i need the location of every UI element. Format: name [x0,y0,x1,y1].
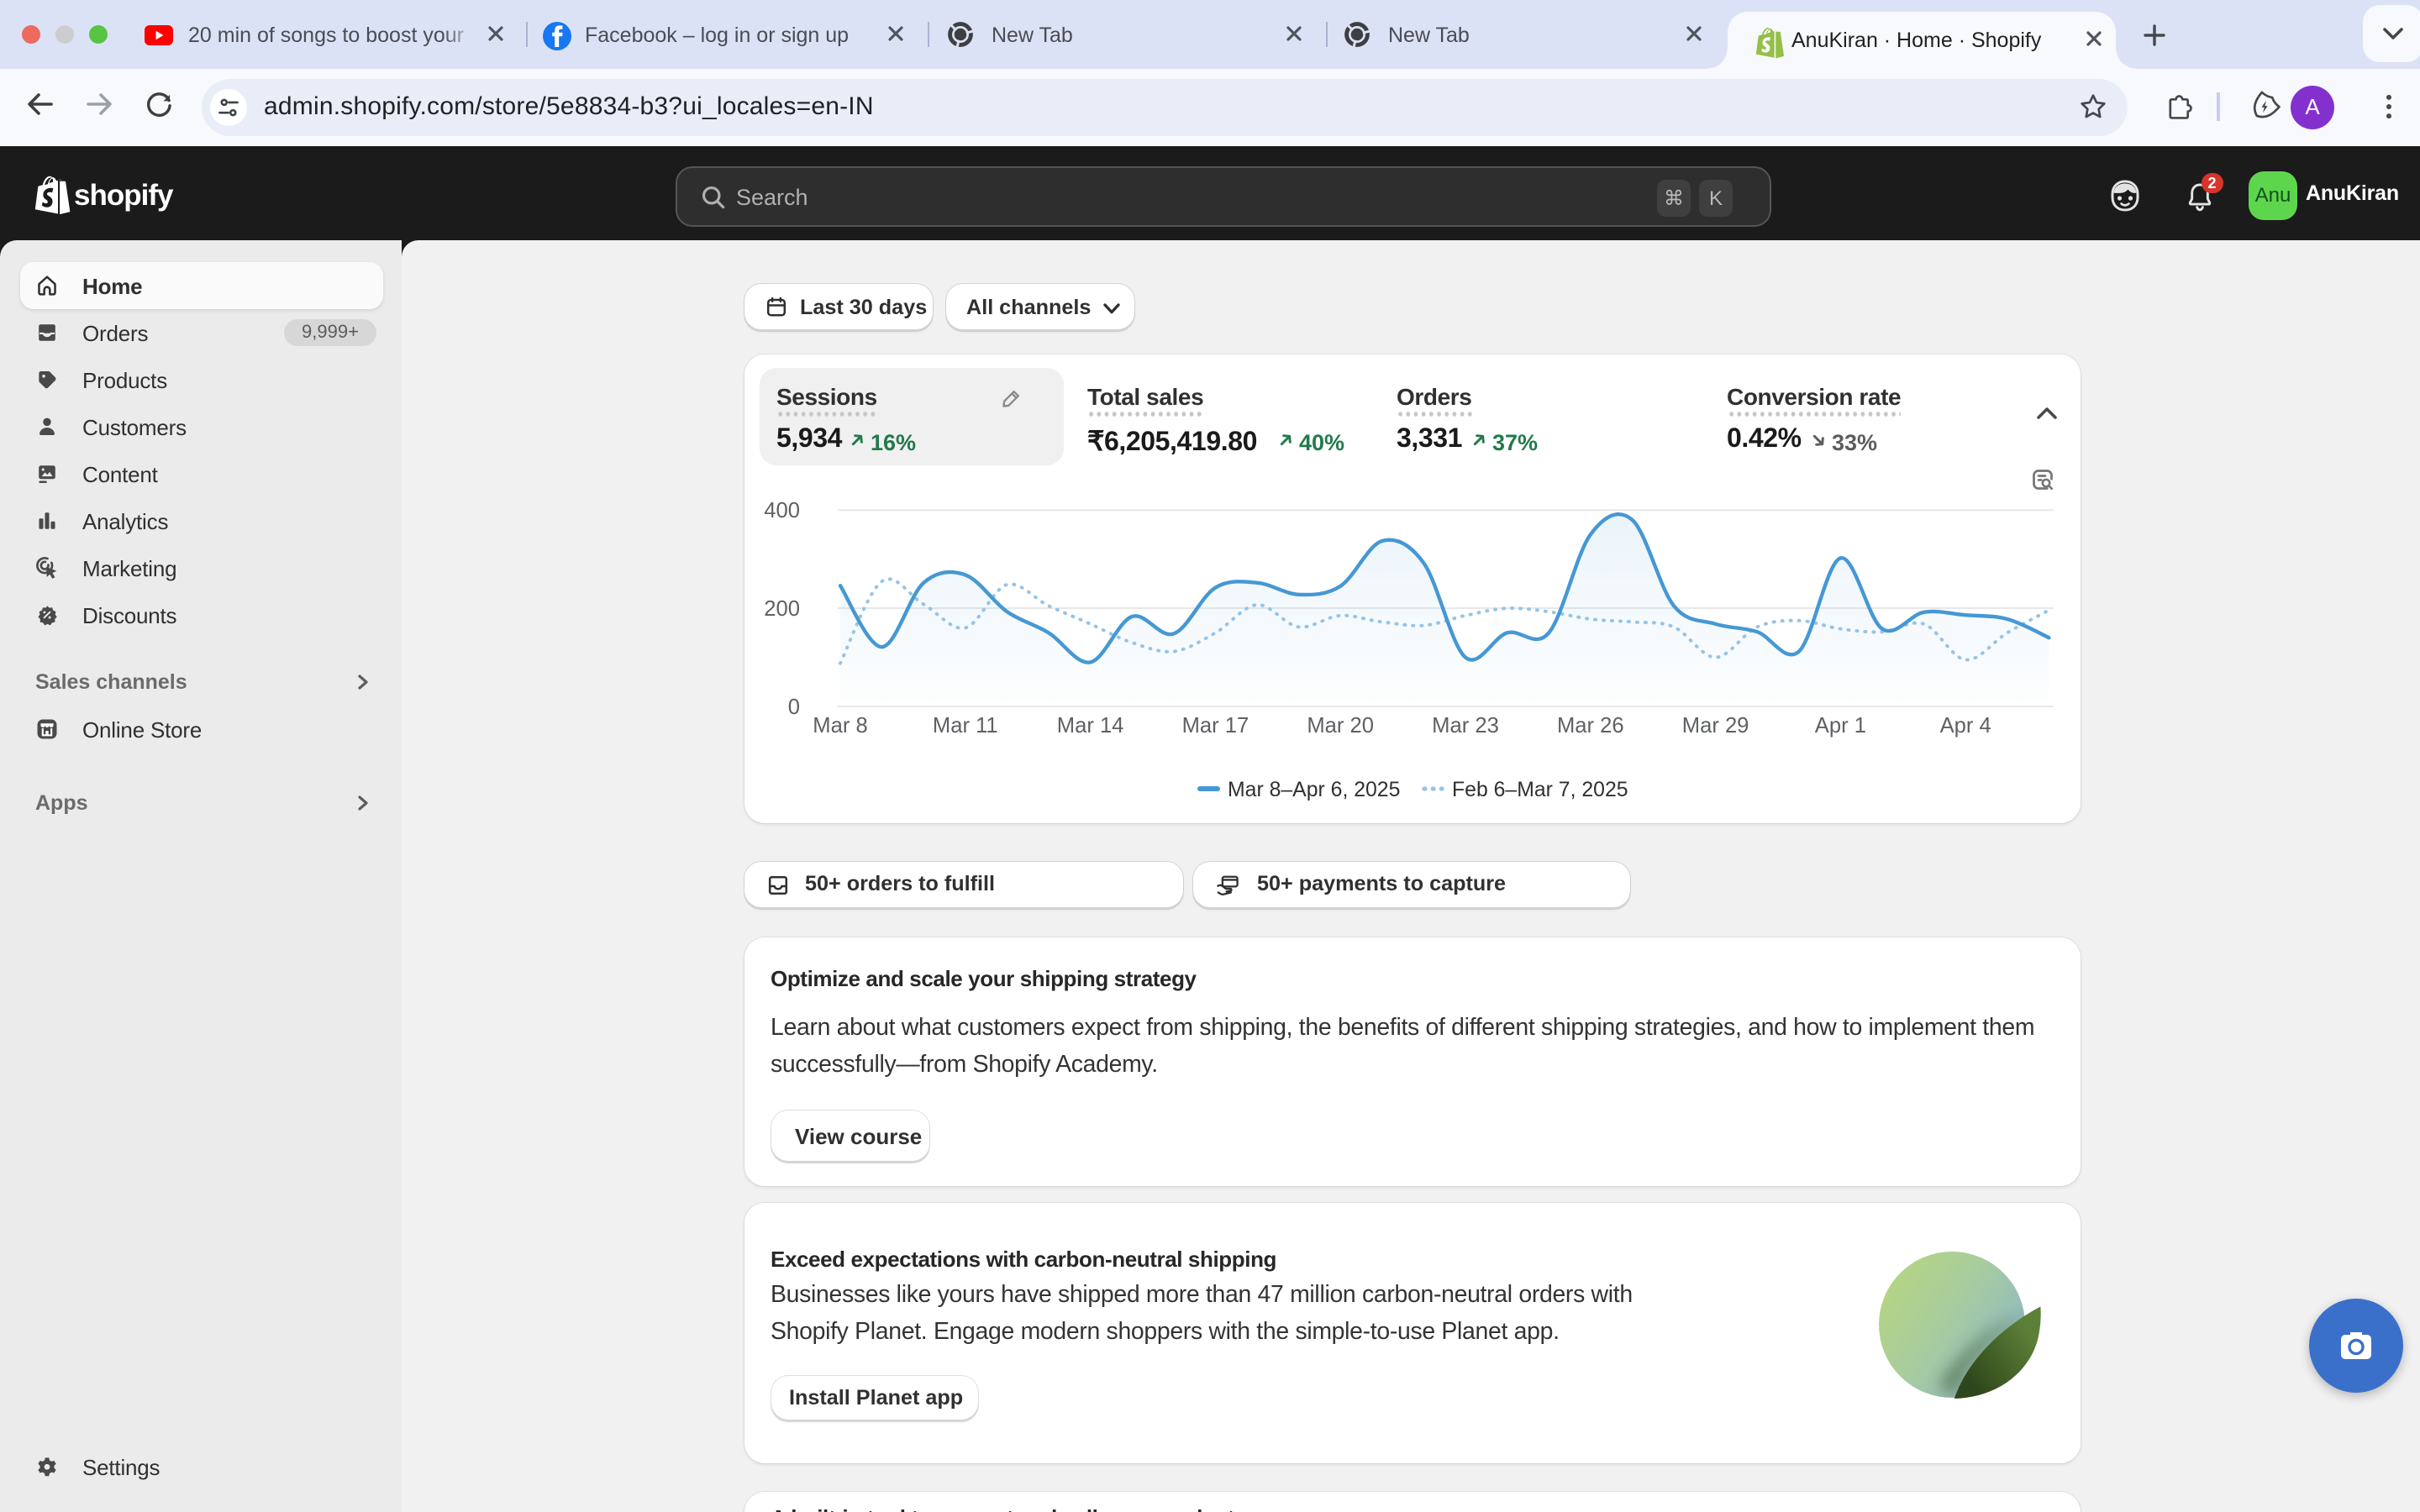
svg-text:Mar 11: Mar 11 [933,714,998,738]
svg-text:Mar 20: Mar 20 [1307,714,1374,738]
svg-text:Mar 26: Mar 26 [1557,714,1624,738]
svg-text:200: 200 [764,597,800,621]
svg-text:Apr 4: Apr 4 [1940,714,1991,738]
svg-text:Mar 14: Mar 14 [1057,714,1124,738]
svg-text:Mar 23: Mar 23 [1432,714,1499,738]
svg-text:Mar 29: Mar 29 [1682,714,1749,738]
svg-text:400: 400 [764,499,800,522]
svg-text:Mar 8–Apr 6, 2025: Mar 8–Apr 6, 2025 [1228,779,1400,801]
svg-text:Feb 6–Mar 7, 2025: Feb 6–Mar 7, 2025 [1452,779,1628,801]
svg-text:0: 0 [788,696,800,719]
svg-text:Mar 17: Mar 17 [1182,714,1249,738]
svg-text:Mar 8: Mar 8 [813,714,867,738]
svg-text:Apr 1: Apr 1 [1815,714,1866,738]
